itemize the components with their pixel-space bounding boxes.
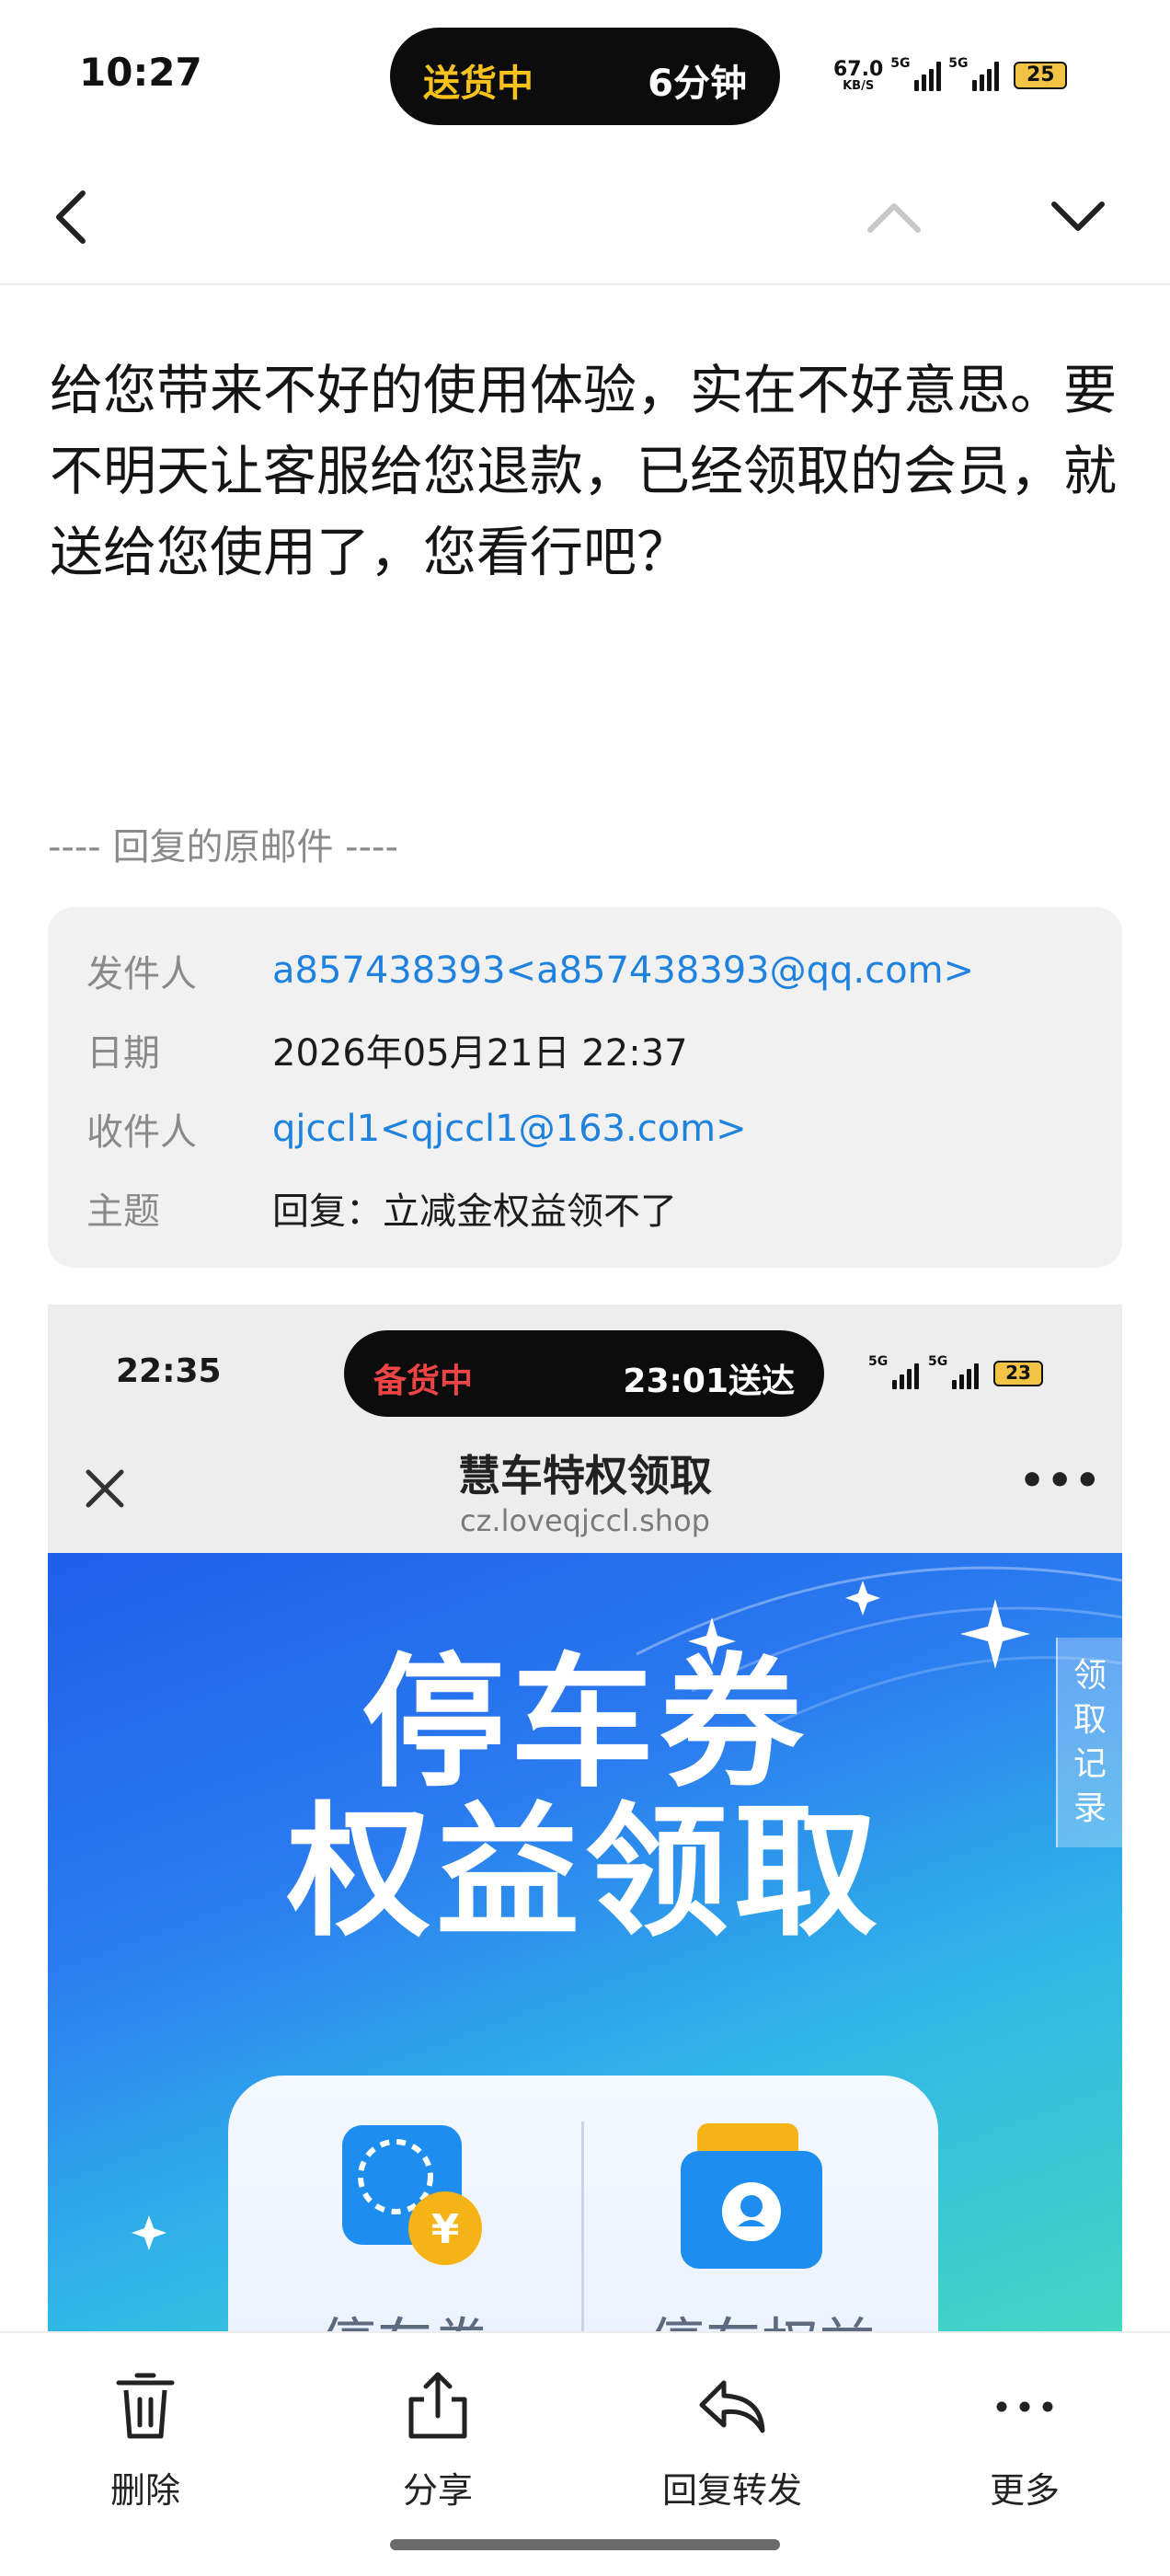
recipient-row: 收件人 qjccl1<qjccl1@163.com> (86, 1089, 1084, 1168)
subject-label: 主题 (86, 1190, 160, 1233)
embedded-status-bar: 22:35 备货中 23:01送达 5G 5G 23 (48, 1305, 1122, 1452)
original-mail-divider: ---- 回复的原邮件 ---- (48, 826, 398, 868)
embedded-status-indicators: 5G 5G 23 (868, 1354, 1043, 1389)
claim-record-char: 录 (1072, 1789, 1107, 1827)
dynamic-island[interactable]: 送货中 6分钟 (390, 28, 780, 125)
home-indicator[interactable] (390, 2539, 780, 2550)
parking-coupon-banner: 停车券 权益领取 领 取 记 录 ¥ 停车券 停车权益 (48, 1553, 1122, 2331)
date-label: 日期 (86, 1032, 160, 1075)
next-mail-button[interactable] (1045, 184, 1111, 250)
reply-icon (699, 2380, 765, 2433)
signal-icon: 5G (890, 56, 942, 91)
more-icon: ••• (1019, 1457, 1103, 1504)
back-button[interactable] (39, 184, 105, 250)
network-speed: 67.0 KB/S (833, 57, 884, 93)
reply-forward-label: 回复转发 (661, 2470, 802, 2511)
claim-record-tab: 领 取 记 录 (1056, 1638, 1122, 1847)
signal-icon: 5G (868, 1354, 919, 1389)
date-value: 2026年05月21日 22:37 (272, 1032, 688, 1075)
delete-button[interactable]: 删除 (35, 2370, 256, 2513)
delivery-eta: 6分钟 (648, 63, 747, 105)
chevron-down-icon (1051, 201, 1105, 231)
claim-record-char: 取 (1072, 1701, 1107, 1739)
share-button[interactable]: 分享 (327, 2370, 548, 2513)
signal-label: 5G (868, 1354, 889, 1369)
benefit-card: ¥ 停车券 停车权益 (228, 2076, 938, 2331)
sender-row: 发件人 a857438393<a857438393@qq.com> (86, 931, 1084, 1010)
mail-body-text: 给您带来不好的使用体验，实在不好意思。要不明天让客服给您退款，已经领取的会员，就… (50, 359, 1118, 583)
date-row: 日期 2026年05月21日 22:37 (86, 1010, 1084, 1089)
embedded-page-url: cz.loveqjccl.shop (460, 1503, 710, 1538)
previous-mail-button[interactable] (861, 184, 927, 250)
embedded-order-status: 备货中 (373, 1363, 474, 1400)
status-bar: 10:27 送货中 6分钟 67.0 KB/S 5G 5G 25 (0, 0, 1170, 147)
more-icon (996, 2401, 1053, 2412)
attached-screenshot[interactable]: 22:35 备货中 23:01送达 5G 5G 23 慧车特权领取 cz.lov… (48, 1305, 1122, 2331)
signal-label: 5G (948, 56, 969, 71)
recipient-label: 收件人 (86, 1111, 197, 1154)
mail-nav-bar (0, 147, 1170, 285)
svg-text:¥: ¥ (431, 2206, 460, 2253)
status-indicators: 67.0 KB/S 5G 5G 25 (833, 55, 1068, 96)
battery-icon: 23 (993, 1361, 1043, 1386)
parking-coupon-tile-label: 停车券 (228, 2298, 581, 2331)
trash-icon (116, 2373, 175, 2439)
more-label: 更多 (989, 2470, 1060, 2511)
parking-benefit-tile-label: 停车权益 (585, 2298, 938, 2331)
banner-headline-line1: 停车券 (361, 1639, 809, 1807)
sender-link[interactable]: a857438393<a857438393@qq.com> (272, 949, 974, 992)
chevron-left-icon (56, 190, 86, 244)
delivery-status: 送货中 (423, 63, 533, 105)
share-label: 分享 (402, 2470, 473, 2511)
subject-row: 主题 回复：立减金权益领不了 (86, 1168, 1084, 1248)
delete-label: 删除 (109, 2470, 180, 2511)
reply-forward-button[interactable]: 回复转发 (622, 2370, 843, 2513)
subject-value: 回复：立减金权益领不了 (272, 1190, 677, 1233)
recipient-link[interactable]: qjccl1<qjccl1@163.com> (272, 1108, 747, 1150)
parking-coupon-icon: ¥ (342, 2125, 482, 2265)
claim-record-char: 记 (1072, 1745, 1107, 1783)
original-mail-header: 发件人 a857438393<a857438393@qq.com> 日期 202… (48, 907, 1122, 1268)
embedded-order-eta: 23:01送达 (623, 1363, 795, 1400)
card-divider (581, 2122, 584, 2331)
parking-wallet-icon (681, 2123, 822, 2269)
battery-icon: 25 (1014, 62, 1068, 89)
signal-label: 5G (928, 1354, 948, 1369)
status-time: 10:27 (79, 50, 202, 95)
sender-label: 发件人 (86, 953, 197, 995)
sparkle-icon (845, 1581, 880, 1616)
banner-headline-line2: 权益领取 (287, 1788, 883, 1956)
embedded-dynamic-island: 备货中 23:01送达 (344, 1330, 824, 1417)
sparkle-icon (132, 2215, 166, 2250)
embedded-page-title: 慧车特权领取 (458, 1451, 712, 1501)
signal-icon: 5G (928, 1354, 979, 1389)
share-icon (408, 2372, 467, 2439)
network-speed-unit: KB/S (843, 78, 875, 93)
embedded-status-time: 22:35 (116, 1352, 222, 1390)
network-speed-value: 67.0 (833, 57, 884, 81)
signal-icon: 5G (948, 56, 1000, 91)
more-button[interactable]: 更多 (914, 2370, 1135, 2513)
chevron-up-icon (867, 203, 921, 233)
claim-record-char: 领 (1072, 1657, 1107, 1695)
signal-label: 5G (890, 56, 911, 71)
